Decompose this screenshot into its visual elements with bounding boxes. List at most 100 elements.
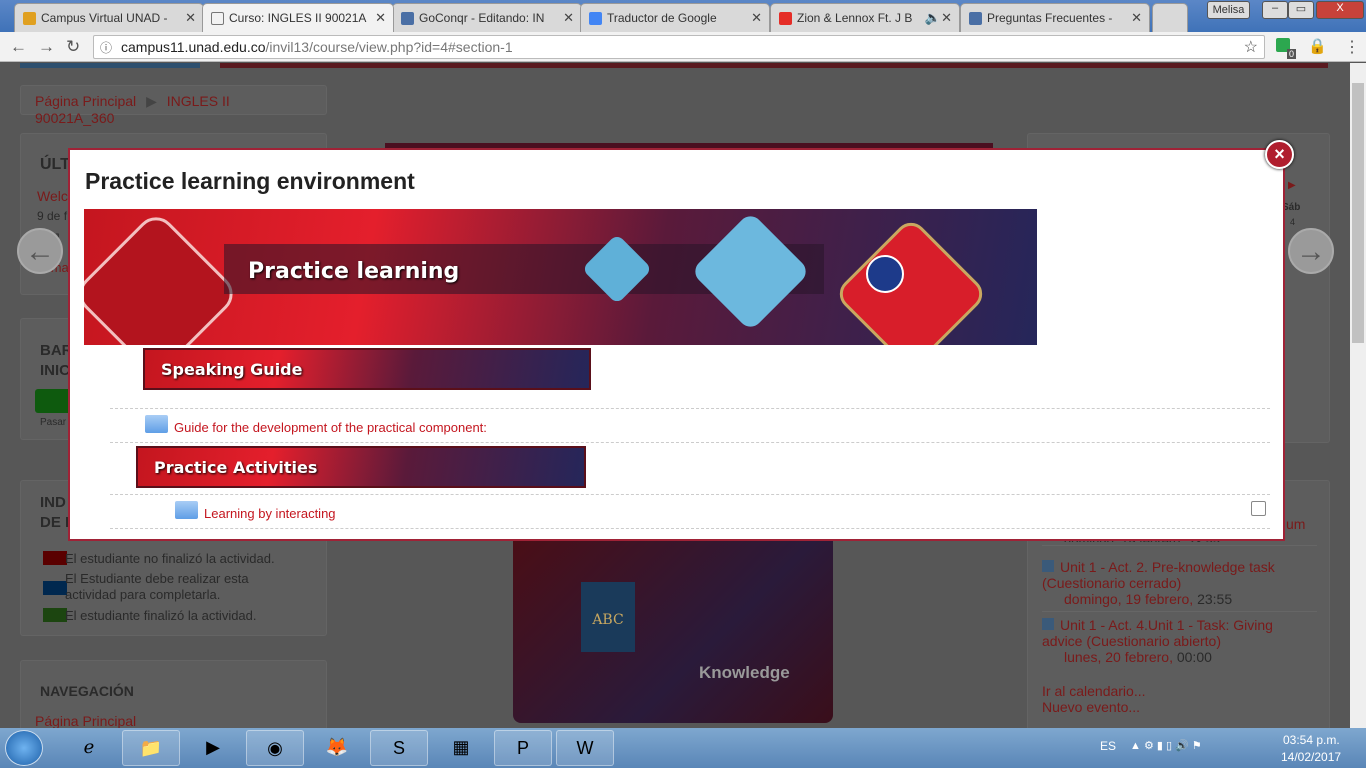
news-date: 9 de f (37, 209, 68, 223)
maximize-button[interactable]: ▭ (1288, 1, 1314, 19)
close-window-button[interactable]: X (1316, 1, 1364, 19)
nav-home-link[interactable]: Página Principal (35, 713, 136, 728)
explorer-icon[interactable]: 📁 (122, 730, 180, 766)
menu-icon[interactable]: ⋮ (1344, 37, 1360, 57)
scrollbar-thumb[interactable] (1352, 83, 1364, 343)
event-link[interactable]: Unit 1 - Act. 4.Unit 1 - Task: Giving ad… (1042, 617, 1273, 649)
firefox-icon[interactable]: 🦊 (308, 730, 366, 766)
tab-label: GoConqr - Editando: IN (419, 11, 545, 25)
photos-icon[interactable]: ▦ (432, 730, 490, 766)
tab-strip: Campus Virtual UNAD - ✕ Curso: INGLES II … (0, 0, 1366, 32)
info-icon[interactable]: ⓘ (100, 39, 112, 56)
bookmark-star-icon[interactable]: ☆ (1244, 37, 1258, 57)
learning-by-interacting-link[interactable]: Learning by interacting (204, 506, 336, 521)
legend-text: El estudiante no finalizó la actividad. (65, 551, 275, 566)
goconqr-favicon-icon (969, 12, 982, 25)
tab-label: Campus Virtual UNAD - (41, 11, 168, 25)
tab-youtube[interactable]: Zion & Lennox Ft. J B 🔈✕ (770, 3, 960, 32)
breadcrumb-home[interactable]: Página Principal (35, 93, 136, 109)
event-date[interactable]: domingo, 19 febrero, (1064, 591, 1193, 607)
close-tab-icon[interactable]: ✕ (563, 10, 574, 26)
close-tab-icon[interactable]: ✕ (375, 10, 386, 26)
extension-2-icon[interactable]: 🔒 (1308, 37, 1327, 55)
practice-activities-banner: Practice Activities (136, 446, 586, 488)
course-image[interactable]: ABC Knowledge (513, 540, 833, 723)
skype-icon[interactable]: S (370, 730, 428, 766)
event-link[interactable]: Unit 1 - Act. 2. Pre-knowledge task (Cue… (1042, 559, 1275, 591)
start-button[interactable] (5, 730, 43, 766)
tab-curso-ingles[interactable]: Curso: INGLES II 90021A ✕ (202, 3, 394, 32)
course-image-text: Knowledge (699, 663, 790, 682)
back-icon[interactable]: ← (10, 37, 27, 57)
completion-checkbox[interactable] (1251, 501, 1266, 516)
language-indicator[interactable]: ES (1100, 739, 1116, 753)
block-title: NAVEGACIÓN (40, 683, 134, 699)
tab-traductor[interactable]: Traductor de Google ✕ (580, 3, 770, 32)
next-arrow-icon[interactable]: → (1288, 228, 1334, 274)
calendar-next-icon[interactable]: ▶ (1288, 180, 1296, 191)
calendar-day: 4 (1290, 217, 1296, 227)
new-event-link[interactable]: Nuevo evento... (1042, 699, 1140, 715)
profile-button[interactable]: Melisa (1207, 1, 1250, 19)
practice-activities-title: Practice Activities (154, 458, 318, 477)
banner-title: Practice learning (248, 259, 460, 284)
prev-arrow-icon[interactable]: ← (17, 228, 63, 274)
forward-icon[interactable]: → (38, 37, 55, 57)
extension-badge: 0 (1287, 49, 1297, 59)
close-tab-icon[interactable]: 🔈✕ (925, 10, 952, 26)
legend-text: El estudiante finalizó la actividad. (65, 608, 257, 623)
goconqr-favicon-icon (401, 12, 414, 25)
event-time: 23:55 (1197, 591, 1233, 607)
url-host: campus11.unad.edu.co (121, 39, 266, 55)
minimize-button[interactable]: – (1262, 1, 1288, 19)
folder-icon (175, 501, 198, 519)
word-icon[interactable]: W (556, 730, 614, 766)
block-title: ÚLT (40, 156, 70, 173)
reload-icon[interactable]: ↻ (66, 37, 80, 57)
person-graphic-icon (690, 211, 811, 332)
clock-time[interactable]: 03:54 p.m. (1283, 733, 1340, 747)
close-tab-icon[interactable]: ✕ (1131, 10, 1142, 26)
uk-flag-icon (866, 255, 904, 293)
url-path: /invil13/course/view.php?id=4#section-1 (265, 39, 513, 55)
tab-label: Traductor de Google (607, 11, 717, 25)
tab-label: Zion & Lennox Ft. J B (797, 11, 913, 25)
youtube-favicon-icon (779, 12, 792, 25)
clock-date[interactable]: 14/02/2017 (1281, 750, 1341, 764)
practice-learning-banner: Practice learning (84, 209, 1037, 345)
event-time: 00:00 (1176, 649, 1212, 665)
close-modal-button[interactable]: × (1265, 140, 1294, 169)
breadcrumb: Página Principal ▶ INGLES II 90021A_360 (20, 85, 327, 126)
unad-favicon-icon (23, 12, 36, 25)
legend-swatch-red (43, 551, 67, 565)
book-graphic: ABC (581, 582, 635, 652)
news-link[interactable]: Welc (37, 188, 68, 204)
new-tab-button[interactable] (1152, 3, 1188, 32)
event-date[interactable]: lunes, 20 febrero, (1064, 649, 1173, 665)
guide-folder-link[interactable]: Guide for the development of the practic… (174, 420, 487, 435)
tab-preguntas[interactable]: Preguntas Frecuentes - ✕ (960, 3, 1150, 32)
windows-taskbar: ℯ 📁 ▶ ◉ 🦊 S ▦ P W ES ▲ ⚙ ▮ ▯ 🔊 ⚑ 03:54 p… (0, 728, 1366, 768)
tab-campus-virtual[interactable]: Campus Virtual UNAD - ✕ (14, 3, 204, 32)
tab-goconqr[interactable]: GoConqr - Editando: IN ✕ (392, 3, 582, 32)
address-bar[interactable]: ⓘ campus11.unad.edu.co/invil13/course/vi… (93, 35, 1265, 59)
close-tab-icon[interactable]: ✕ (185, 10, 196, 26)
go-to-calendar-link[interactable]: Ir al calendario... (1042, 683, 1146, 699)
close-tab-icon[interactable]: ✕ (751, 10, 762, 26)
media-player-icon[interactable]: ▶ (184, 730, 242, 766)
event-item: Unit 1 - Act. 2. Pre-knowledge task (Cue… (1042, 559, 1312, 607)
chrome-icon[interactable]: ◉ (246, 730, 304, 766)
page-scrollbar[interactable] (1350, 63, 1366, 728)
loading-favicon-icon (211, 12, 224, 25)
speaking-guide-banner: Speaking Guide (143, 348, 591, 390)
ie-icon[interactable]: ℯ (60, 730, 118, 766)
powerpoint-icon[interactable]: P (494, 730, 552, 766)
tray-icons[interactable]: ▲ ⚙ ▮ ▯ 🔊 ⚑ (1130, 739, 1202, 752)
tab-label: Curso: INGLES II 90021A (229, 11, 367, 25)
legend-swatch-blue (43, 581, 67, 595)
google-translate-favicon-icon (589, 12, 602, 25)
progress-label: Pasar (40, 417, 67, 428)
quiz-icon (1042, 560, 1054, 572)
event-partial[interactable]: um (1286, 516, 1305, 532)
event-item: Unit 1 - Act. 4.Unit 1 - Task: Giving ad… (1042, 617, 1312, 665)
